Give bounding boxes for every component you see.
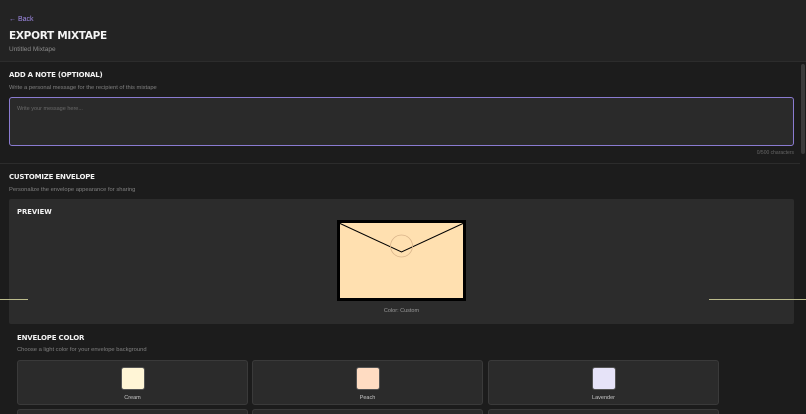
envelope-color-title: ENVELOPE COLOR (17, 334, 85, 342)
color-option-peach[interactable]: Peach (252, 360, 483, 405)
page-header: ← Back EXPORT MIXTAPE Untitled Mixtape (0, 0, 806, 62)
color-option-label: Peach (359, 395, 376, 401)
note-section-title: ADD A NOTE (OPTIONAL) (9, 71, 103, 79)
page-title: EXPORT MIXTAPE (9, 30, 107, 42)
color-option-label: Lavender (592, 395, 615, 401)
scrollbar-thumb[interactable] (801, 64, 805, 154)
color-option-row2-3[interactable] (488, 409, 719, 414)
mixtape-name: Untitled Mixtape (9, 46, 56, 53)
customize-section-description: Personalize the envelope appearance for … (9, 187, 136, 193)
note-section-description: Write a personal message for the recipie… (9, 85, 157, 91)
note-textarea[interactable]: Write your message here... (9, 97, 794, 146)
envelope-preview-card: PREVIEW Color: Custom (9, 199, 794, 324)
envelope-preview (337, 220, 466, 301)
color-option-row2-1[interactable] (17, 409, 248, 414)
envelope-color-description: Choose a light color for your envelope b… (17, 347, 147, 353)
decorative-line-right (709, 299, 806, 300)
color-option-label: Cream (124, 395, 141, 401)
lavender-swatch (592, 367, 616, 390)
envelope-color-readout: Color: Custom (383, 308, 420, 314)
color-option-lavender[interactable]: Lavender (488, 360, 719, 405)
envelope-body (337, 220, 466, 301)
back-link[interactable]: ← Back (9, 16, 34, 23)
preview-label: PREVIEW (17, 208, 52, 216)
peach-swatch (356, 367, 380, 390)
customize-section-title: CUSTOMIZE ENVELOPE (9, 173, 95, 181)
note-placeholder: Write your message here... (17, 106, 83, 112)
decorative-line-left (0, 299, 28, 300)
section-divider (0, 163, 800, 164)
character-count: 0/500 characters (756, 150, 794, 156)
cream-swatch (121, 367, 145, 390)
color-option-row2-2[interactable] (252, 409, 483, 414)
color-option-cream[interactable]: Cream (17, 360, 248, 405)
